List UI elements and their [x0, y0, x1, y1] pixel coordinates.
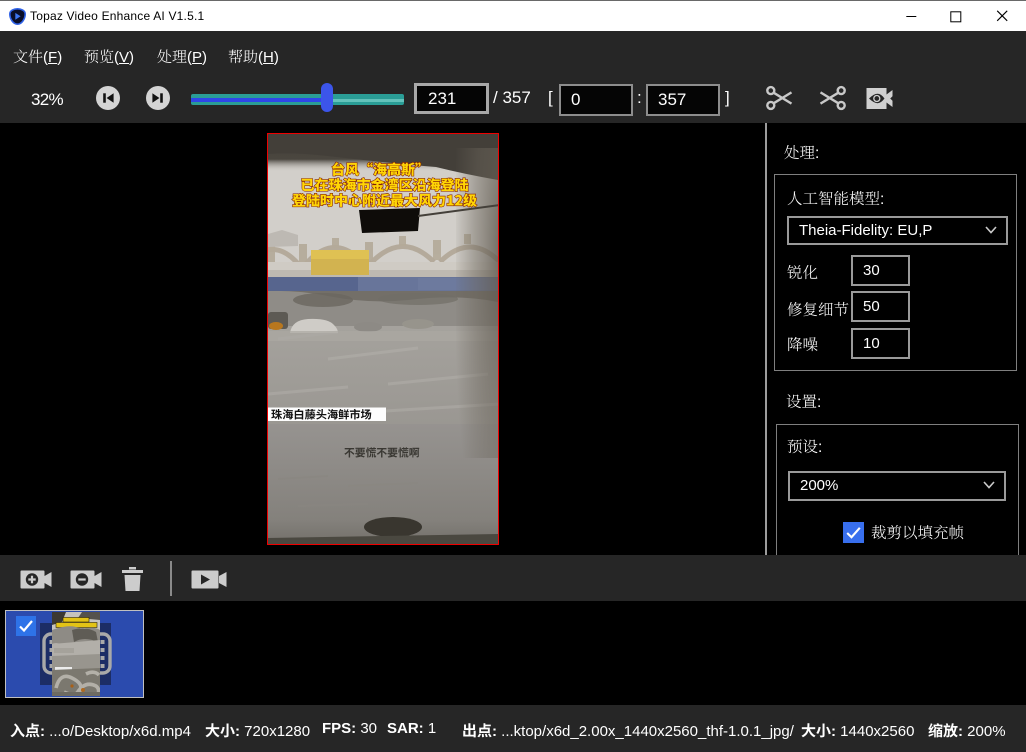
svg-text:登陆时中心附近最大风力12级: 登陆时中心附近最大风力12级: [292, 191, 477, 211]
svg-text:不要慌不要慌啊: 不要慌不要慌啊: [344, 445, 420, 461]
svg-text:珠海白藤头海鲜市场: 珠海白藤头海鲜市场: [271, 407, 372, 423]
